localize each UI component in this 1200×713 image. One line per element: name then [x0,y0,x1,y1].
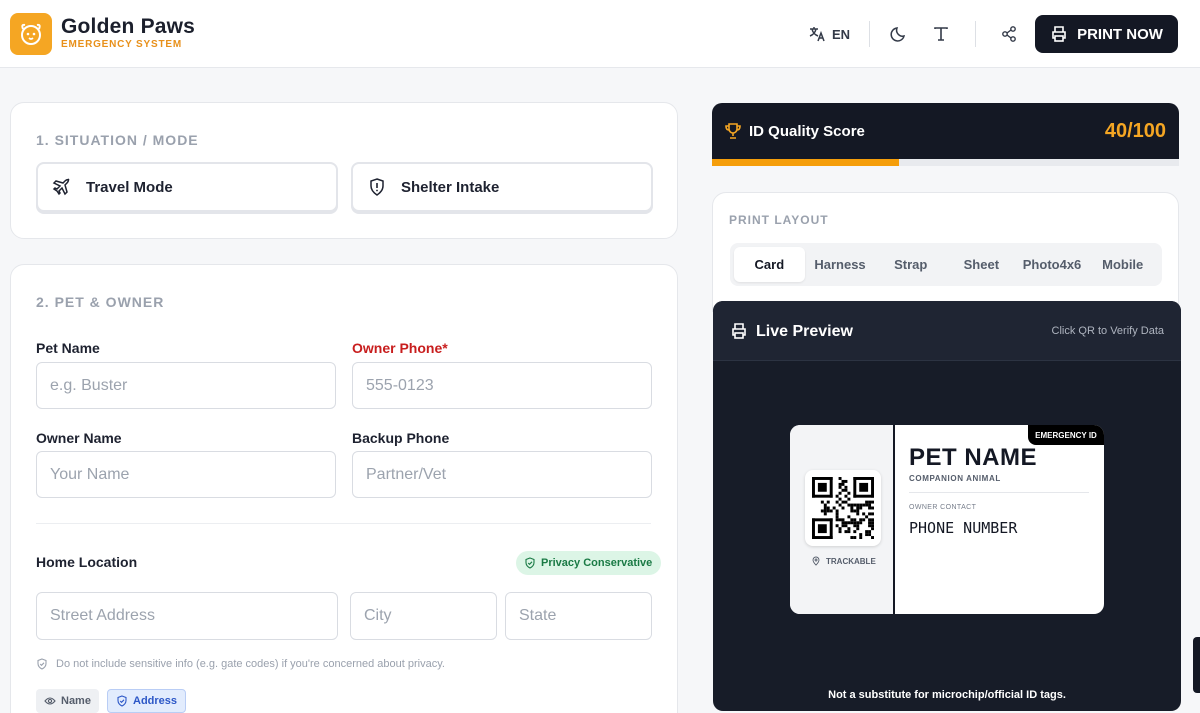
app-header: Golden Paws EMERGENCY SYSTEM EN PRINT NO… [0,0,1200,68]
header-divider [869,21,870,47]
dark-mode-toggle[interactable] [888,23,910,45]
print-layout-card: PRINT LAYOUT Card Harness Strap Sheet Photo4… [712,192,1179,312]
street-address-input[interactable] [36,592,338,640]
travel-mode-button[interactable]: Travel Mode [36,162,338,212]
print-now-button[interactable]: PRINT NOW [1035,15,1178,53]
home-location-label: Home Location [36,554,138,570]
share-button[interactable] [998,23,1020,45]
language-label: EN [832,26,851,42]
paw-logo-icon [10,13,52,55]
shield-icon [37,658,47,670]
shelter-intake-button[interactable]: Shelter Intake [351,162,653,212]
privacy-hint: Do not include sensitive info (e.g. gate… [36,658,445,670]
owner-name-label: Owner Name [36,430,122,446]
owner-name-input[interactable] [36,451,336,498]
tab-card[interactable]: Card [734,247,805,282]
tab-sheet[interactable]: Sheet [946,247,1017,282]
trackable-text: TRACKABLE [826,556,876,566]
header-divider [975,21,976,47]
language-button[interactable]: EN [808,23,850,45]
trackable-label: TRACKABLE [811,556,876,566]
tab-harness[interactable]: Harness [805,247,876,282]
quality-score-value: 40/100 [1104,120,1166,142]
backup-phone-label: Backup Phone [352,430,450,446]
printer-icon [732,323,746,339]
translate-icon [809,27,825,42]
emergency-id-tag: EMERGENCY ID [1028,425,1104,445]
card-pet-name: PET NAME [909,444,1038,471]
brand-title: Golden Paws [61,15,196,38]
visibility-chip-name[interactable]: Name [36,689,99,713]
shield-alert-icon [370,178,384,196]
live-preview-panel: Live Preview Click QR to Verify Data TRA… [713,301,1181,711]
section-title-pet-owner: 2. PET & OWNER [36,294,165,310]
qr-code-icon [812,477,874,539]
chip-name-label: Name [61,695,91,707]
print-layout-tabs: Card Harness Strap Sheet Photo4x6 Mobile [730,243,1162,286]
chip-address-label: Address [133,695,178,707]
owner-phone-input[interactable] [352,362,652,409]
print-layout-title: PRINT LAYOUT [729,213,829,227]
font-size-button[interactable] [930,23,952,45]
id-card-left-panel: TRACKABLE [790,425,895,614]
moon-icon [890,27,906,42]
state-input[interactable] [505,592,652,640]
quality-progress-fill [712,159,899,166]
city-input[interactable] [350,592,497,640]
printer-icon [1052,26,1066,42]
qr-code[interactable] [805,470,881,546]
live-preview-title: Live Preview [756,323,853,340]
trophy-icon [725,123,741,139]
backup-phone-input[interactable] [352,451,652,498]
share-icon [1002,26,1016,42]
privacy-badge: Privacy Conservative [516,551,662,575]
privacy-badge-label: Privacy Conservative [541,557,653,569]
verify-hint: Click QR to Verify Data [1051,325,1164,337]
card-divider [909,492,1089,493]
pet-name-label: Pet Name [36,340,100,356]
privacy-hint-text: Do not include sensitive info (e.g. gate… [56,658,445,670]
travel-mode-label: Travel Mode [86,178,173,196]
quality-score-panel: ID Quality Score 40/100 [712,103,1179,166]
pet-name-input[interactable] [36,362,336,409]
pet-owner-card: 2. PET & OWNER Pet Name Owner Phone* Own… [10,264,678,713]
owner-phone-label: Owner Phone* [352,340,448,356]
shield-check-icon [525,557,535,569]
side-panel-toggle[interactable] [1193,637,1200,693]
map-pin-icon [812,556,820,566]
tab-mobile[interactable]: Mobile [1087,247,1158,282]
quality-progress-track [712,159,1179,166]
card-phone-number: PHONE NUMBER [909,519,1018,537]
id-card-preview: TRACKABLE EMERGENCY ID PET NAME COMPANIO… [790,425,1104,614]
eye-icon [44,697,56,705]
visibility-chip-address[interactable]: Address [107,689,187,713]
preview-disclaimer: Not a substitute for microchip/official … [828,689,1066,701]
section-title-situation: 1. SITUATION / MODE [36,132,199,148]
situation-card: 1. SITUATION / MODE Travel Mode Shelter … [10,102,678,239]
brand-subtitle: EMERGENCY SYSTEM [61,39,182,50]
tab-strap[interactable]: Strap [875,247,946,282]
quality-score-label: ID Quality Score [749,123,865,140]
shelter-intake-label: Shelter Intake [401,178,500,196]
tab-photo4x6[interactable]: Photo4x6 [1017,247,1088,282]
card-subtitle: COMPANION ANIMAL [909,474,1001,483]
shield-check-icon [117,695,127,707]
section-divider [36,523,651,524]
live-preview-header: Live Preview Click QR to Verify Data [713,301,1181,361]
type-icon [934,27,948,41]
plane-icon [52,178,70,196]
owner-contact-label: OWNER CONTACT [909,504,977,511]
print-now-label: PRINT NOW [1077,25,1163,43]
